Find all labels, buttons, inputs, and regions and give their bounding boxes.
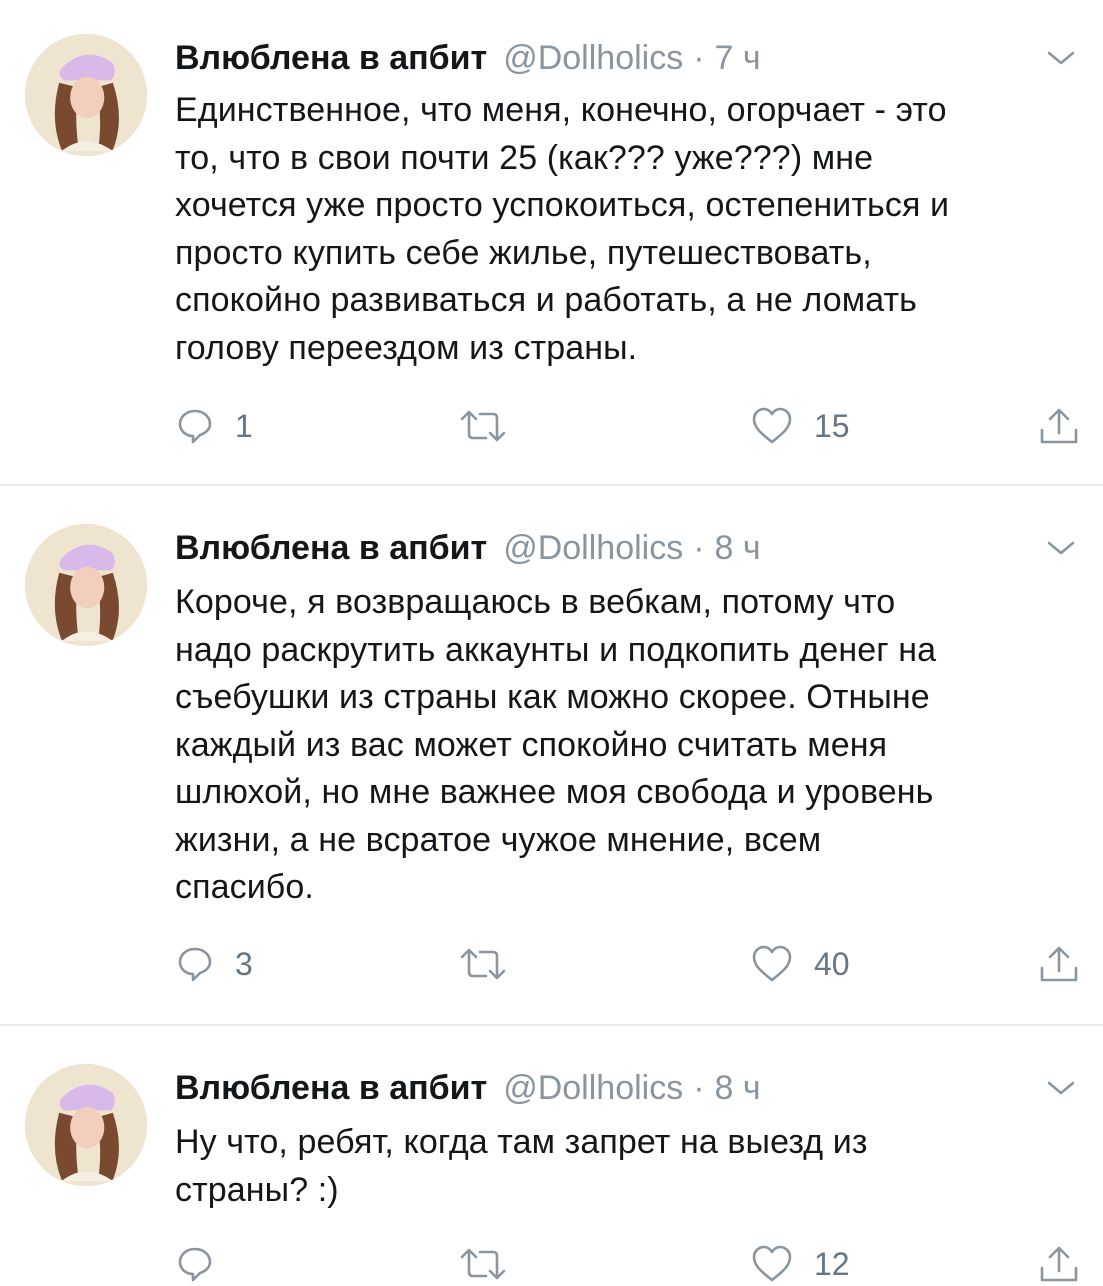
like-count: 12	[814, 1245, 850, 1282]
reply-icon	[178, 1247, 212, 1282]
separator-dot: ·	[693, 1068, 705, 1107]
tweet-actions: 3 40	[0, 942, 1103, 986]
tweet-timestamp[interactable]: 8 ч	[715, 1069, 761, 1108]
avatar[interactable]	[25, 34, 147, 156]
author-name[interactable]: Влюблена в апбит	[175, 39, 487, 78]
tweet-header: Влюблена в апбит @Dollholics · 7 ч	[175, 34, 761, 82]
tweet-text-line: жизни, а не всратое чужое мнение, всем	[175, 820, 822, 859]
share-icon	[1040, 408, 1078, 444]
author-handle[interactable]: @Dollholics	[503, 1069, 683, 1108]
avatar[interactable]	[25, 1064, 147, 1186]
like-button[interactable]: 12	[750, 1242, 850, 1286]
retweet-icon	[460, 948, 506, 980]
avatar[interactable]	[25, 524, 147, 646]
reply-button[interactable]	[175, 1242, 235, 1286]
reply-count: 1	[235, 407, 253, 444]
separator-dot: ·	[693, 528, 705, 567]
tweet-text-line: то, что в свои почти 25 (как??? уже???) …	[175, 138, 874, 177]
retweet-icon	[460, 410, 506, 442]
author-name[interactable]: Влюблена в апбит	[175, 1069, 487, 1108]
tweet-text: Ну что, ребят, когда там запрет на выезд…	[175, 1119, 1075, 1214]
tweet-text-line: спокойно развиваться и работать, а не ло…	[175, 281, 917, 319]
tweet-text: Короче, я возвращаюсь в вебкам, потому ч…	[175, 579, 1075, 912]
share-button[interactable]	[1038, 1242, 1080, 1286]
reply-button[interactable]: 1	[175, 404, 253, 448]
share-button[interactable]	[1038, 942, 1080, 986]
tweet-text-line: Единственное, что меня, конечно, огорчае…	[175, 91, 947, 129]
tweet-text-line: спасибо.	[175, 868, 314, 906]
divider	[0, 484, 1103, 486]
share-button[interactable]	[1038, 404, 1080, 448]
separator-dot: ·	[693, 38, 705, 77]
like-count: 40	[814, 945, 850, 982]
tweet[interactable]: Влюблена в апбит @Dollholics · 8 ч Ну чт…	[0, 1064, 1103, 1282]
share-icon	[1040, 946, 1078, 982]
like-count: 15	[814, 407, 850, 444]
retweet-button[interactable]	[458, 404, 528, 448]
chevron-down-icon[interactable]	[1043, 536, 1079, 560]
tweet-text-line: шлюхой, но мне важнее моя свобода и уров…	[175, 773, 934, 811]
tweet-text-line: голову переездом из страны.	[175, 328, 638, 367]
tweet-header: Влюблена в апбит @Dollholics · 8 ч	[175, 1064, 761, 1112]
tweet-timestamp[interactable]: 8 ч	[715, 529, 761, 568]
heart-icon	[752, 1245, 792, 1282]
heart-icon	[752, 945, 792, 982]
reply-icon	[178, 409, 212, 444]
tweet-text: Единственное, что меня, конечно, огорчае…	[175, 87, 1075, 372]
retweet-button[interactable]	[458, 942, 528, 986]
like-button[interactable]: 15	[750, 404, 850, 448]
tweet-text-line: Короче, я возвращаюсь в вебкам, потому ч…	[175, 583, 896, 621]
tweet-text-line: просто купить себе жилье, путешествовать…	[175, 233, 872, 272]
tweet-text-line: надо раскрутить аккаунты и подкопить ден…	[175, 630, 937, 669]
avatar-photo	[25, 524, 147, 646]
divider	[0, 1024, 1103, 1026]
author-name[interactable]: Влюблена в апбит	[175, 529, 487, 568]
tweet-header: Влюблена в апбит @Dollholics · 8 ч	[175, 524, 761, 572]
tweet-text-line: хочется уже просто успокоиться, остепени…	[175, 186, 950, 224]
heart-icon	[752, 407, 792, 444]
tweet-text-line: каждый из вас может спокойно считать мен…	[175, 725, 888, 764]
tweet-text-line: страны? :)	[175, 1170, 339, 1209]
reply-count: 3	[235, 945, 253, 982]
like-button[interactable]: 40	[750, 942, 850, 986]
tweet-text-line: Ну что, ребят, когда там запрет на выезд…	[175, 1123, 868, 1161]
tweet-timestamp[interactable]: 7 ч	[715, 39, 761, 78]
chevron-down-icon[interactable]	[1043, 46, 1079, 70]
tweet-actions: 12	[0, 1242, 1103, 1286]
tweet[interactable]: Влюблена в апбит @Dollholics · 7 ч Единс…	[0, 34, 1103, 484]
retweet-icon	[460, 1248, 506, 1280]
avatar-photo	[25, 1064, 147, 1186]
tweet-feed: Влюблена в апбит @Dollholics · 7 ч Единс…	[0, 0, 1103, 1282]
author-handle[interactable]: @Dollholics	[503, 39, 683, 78]
share-icon	[1040, 1246, 1078, 1282]
retweet-button[interactable]	[458, 1242, 528, 1286]
author-handle[interactable]: @Dollholics	[503, 529, 683, 568]
tweet-actions: 1 15	[0, 404, 1103, 448]
reply-button[interactable]: 3	[175, 942, 253, 986]
reply-icon	[178, 947, 212, 982]
chevron-down-icon[interactable]	[1043, 1076, 1079, 1100]
avatar-photo	[25, 34, 147, 156]
tweet[interactable]: Влюблена в апбит @Dollholics · 8 ч Короч…	[0, 524, 1103, 1024]
tweet-text-line: съебушки из страны как можно скорее. Отн…	[175, 678, 930, 716]
